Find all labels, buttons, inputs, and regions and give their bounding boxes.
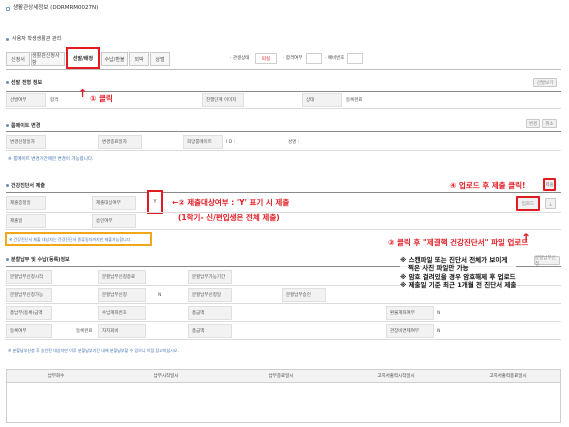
progress-image-label: 진행단계 이미지 [202, 93, 244, 107]
selection-section-title: 선발 전형 정보 [6, 79, 42, 86]
health-submit-date-label: 제출증정일 [6, 196, 46, 210]
upload-guidelines: ※ 스캔파일 또는 진단서 전체가 보이게 찍은 사진 파일만 가능 ※ 암호 … [400, 256, 517, 290]
installment-end-label: 분할납부신청종료 [98, 270, 146, 284]
tab-payment[interactable]: 수납/환불 [101, 52, 128, 66]
status-label: · 관생상태 [230, 56, 250, 61]
row-line [6, 339, 561, 340]
health-target-label: 제출대상여부 [92, 196, 136, 210]
bullet-icon [6, 81, 9, 84]
total-payment-label: 총납부(등록)금액 [6, 306, 52, 320]
installment-request-value: N [158, 292, 162, 298]
roommate-section-title: 룸메이트 변경 [6, 122, 40, 129]
reserve-field[interactable] [347, 53, 363, 64]
window-icon [6, 6, 10, 11]
tab-application[interactable]: 신청서 [6, 52, 30, 66]
section-line [6, 192, 561, 193]
th-payment-end: 납부종료일시 [268, 373, 294, 379]
reserve-label: · 예비번호 [325, 56, 345, 61]
row-line [6, 321, 561, 322]
subheader-title: 사용자 학생생활관 관리 [12, 36, 62, 42]
th-installment-count: 납부회수 [47, 373, 65, 379]
status-field[interactable]: 퇴실 [255, 53, 277, 64]
installment-available-label: 분할납부신청가능 [6, 288, 52, 302]
fee-exempt-value: N [437, 328, 441, 334]
health-submit-button[interactable]: 제출 [543, 178, 556, 191]
roommate-cancel-button[interactable]: 취소 [542, 119, 557, 128]
annotation-3: ③ 클릭 후 "제결핵 건강진단서" 파일 업로드 [388, 238, 529, 247]
installment-request-date-label: 분할납부신청일 [188, 288, 232, 302]
account-number-label: 수납계좌번호 [98, 306, 146, 320]
th-payment-start: 납부시작일시 [153, 373, 179, 379]
health-upload-button[interactable]: 업로드 [516, 196, 540, 211]
annotation-click-arrow: ↑ [78, 87, 88, 100]
total-amount-label: 총금액 [188, 306, 232, 320]
page-header: 생활관상세정보 (DORMRM0027N) [6, 5, 99, 12]
installment-period-label: 분할납부가능기간 [188, 270, 232, 284]
th-bill-end: 고지서출력종료일시 [489, 373, 527, 379]
download-icon[interactable]: ⤓ [545, 198, 556, 209]
fee-exempt-label: 관장비면제여부 [386, 324, 434, 338]
refund-account-label: 환불계좌여부 [386, 306, 434, 320]
pass-label: · 합격여부 [283, 56, 303, 61]
council-fee-label: 자치회비 [98, 324, 146, 338]
annotation-1: ① 클릭 [90, 94, 113, 103]
page-title: 생활관상세정보 (DORMRM0027N) [13, 5, 99, 11]
bullet-icon [6, 124, 9, 127]
row-line [6, 229, 561, 230]
state-label: 상태 [302, 93, 342, 107]
health-target-value: Y [153, 199, 157, 205]
sub-header: 사용자 학생생활관 관리 [6, 37, 61, 42]
annotation-3-arrow: ↑ [521, 231, 532, 245]
annotation-2-line1: ←② 제출대상여부 : 'Y' 표기 시 제출 [172, 198, 290, 207]
health-note: ※ 건강진단서 제출 대상자는 건강진단서 종류일자까지만 제출가능합니다. [9, 237, 132, 242]
health-target-box: Y [147, 190, 163, 214]
annotation-4: ④ 업로드 후 제출 클릭! [450, 181, 526, 190]
bullet-icon [6, 184, 9, 187]
section-line [6, 131, 561, 132]
health-date-label: 제출일 [6, 214, 46, 228]
row-line [6, 108, 561, 109]
roommate-name: 성명 : [288, 140, 300, 145]
view-selection-button[interactable]: 선발보기 [533, 78, 557, 87]
roommate-id: I D : [226, 139, 236, 145]
registration-label: 등록여부 [6, 324, 52, 338]
roommate-change-button[interactable]: 변경 [526, 119, 540, 128]
payment-section-title: 분할납부 및 수납(등록)정보 [6, 256, 70, 263]
state-value: 등록완료 [346, 98, 363, 103]
installment-approve-label: 분할납부승인 [282, 288, 326, 302]
tab-selection[interactable]: 선발/배정 [66, 47, 100, 69]
row-line [6, 150, 561, 151]
installment-request-button[interactable]: 분할납부신청 [534, 256, 560, 267]
annotation-2-line2: (1학기- 신/편입생은 전체 제출) [178, 213, 280, 222]
selection-result-value: 합격 [50, 98, 59, 103]
payment-note: ※ 분할납부신청 후 승인된 대상자만 이후 분할납부기간 내에 분할납부할 수… [8, 348, 179, 353]
pass-field[interactable] [306, 53, 322, 64]
selection-result-label: 선발여부 [6, 93, 46, 107]
row-line [6, 303, 561, 304]
row-line [6, 212, 561, 213]
installment-start-label: 분할납부신청시작 [6, 270, 52, 284]
installment-request-label: 분할납부신청 [98, 288, 146, 302]
registration-value: 등록완료 [76, 329, 93, 334]
refund-account-value: N [437, 310, 441, 316]
bullet-icon [6, 38, 9, 41]
tabs-divider [6, 69, 561, 70]
tab-overnight[interactable]: 외박 [129, 52, 149, 66]
roommate-note: ※ 룸메이트 변경기간에만 변경이 가능합니다. [8, 157, 94, 162]
roommate-request-date-label: 변경신청일자 [6, 135, 46, 149]
th-bill-start: 고지서출력시작일시 [377, 373, 415, 379]
tab-dorm-request[interactable]: 생활관신청사항 [31, 52, 65, 66]
total-amount-2-label: 총금액 [188, 324, 232, 338]
roommate-wish-label: 희망룸메이트 [183, 135, 223, 149]
health-approve-label: 승인여부 [92, 214, 136, 228]
section-line [6, 91, 561, 92]
bullet-icon [6, 258, 9, 261]
health-section-title: 건강진단서 제출 [6, 182, 45, 189]
tab-rewards[interactable]: 상벌 [150, 52, 170, 66]
roommate-end-date-label: 변경종료일자 [98, 135, 142, 149]
